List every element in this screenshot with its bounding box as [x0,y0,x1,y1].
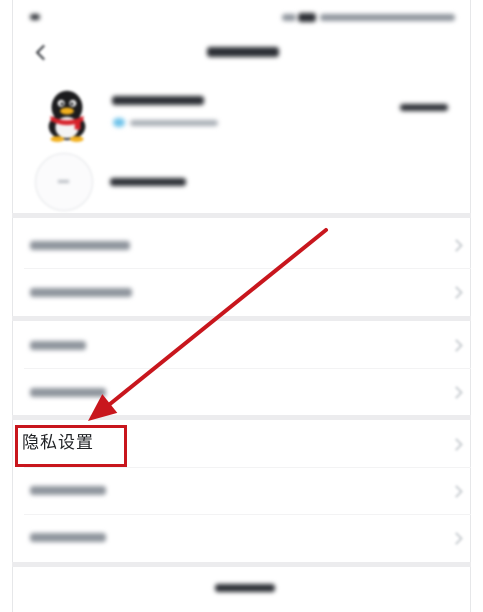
settings-item[interactable] [12,468,471,514]
signal-icon [298,13,316,22]
account-settings-screen: 隐私设置 [0,0,483,612]
settings-item[interactable] [12,322,471,368]
account-status-icon [113,118,125,127]
settings-item-label [30,241,130,250]
settings-item[interactable] [12,515,471,561]
chevron-right-icon [450,339,463,352]
add-account-plus [58,180,69,183]
bottom-action-button[interactable] [12,567,471,612]
chevron-right-icon [450,286,463,299]
chevron-right-icon [450,532,463,545]
bottom-action-label [215,584,275,592]
annotation-highlight-box [15,425,127,467]
settings-item-label [30,533,106,542]
chevron-right-icon [450,386,463,399]
settings-item[interactable] [12,222,471,268]
qq-penguin-icon [48,90,86,142]
account-nickname [112,96,204,105]
settings-item-label [30,288,132,297]
section-divider [12,213,471,218]
add-account-label [110,178,186,186]
chevron-right-icon [450,438,463,451]
chevron-right-icon [450,485,463,498]
section-divider [12,415,471,420]
status-time [30,14,40,20]
status-icon [282,14,296,21]
status-indicators [320,14,455,21]
back-arrow-icon[interactable] [35,44,52,61]
settings-item-label [30,486,106,495]
account-number [130,120,218,126]
section-divider [12,316,471,321]
settings-item-label [30,388,106,397]
page-title [207,47,279,57]
settings-item[interactable] [12,269,471,315]
chevron-right-icon [450,239,463,252]
current-account-badge [400,104,448,111]
settings-item[interactable] [12,369,471,415]
settings-item-label [30,341,86,350]
